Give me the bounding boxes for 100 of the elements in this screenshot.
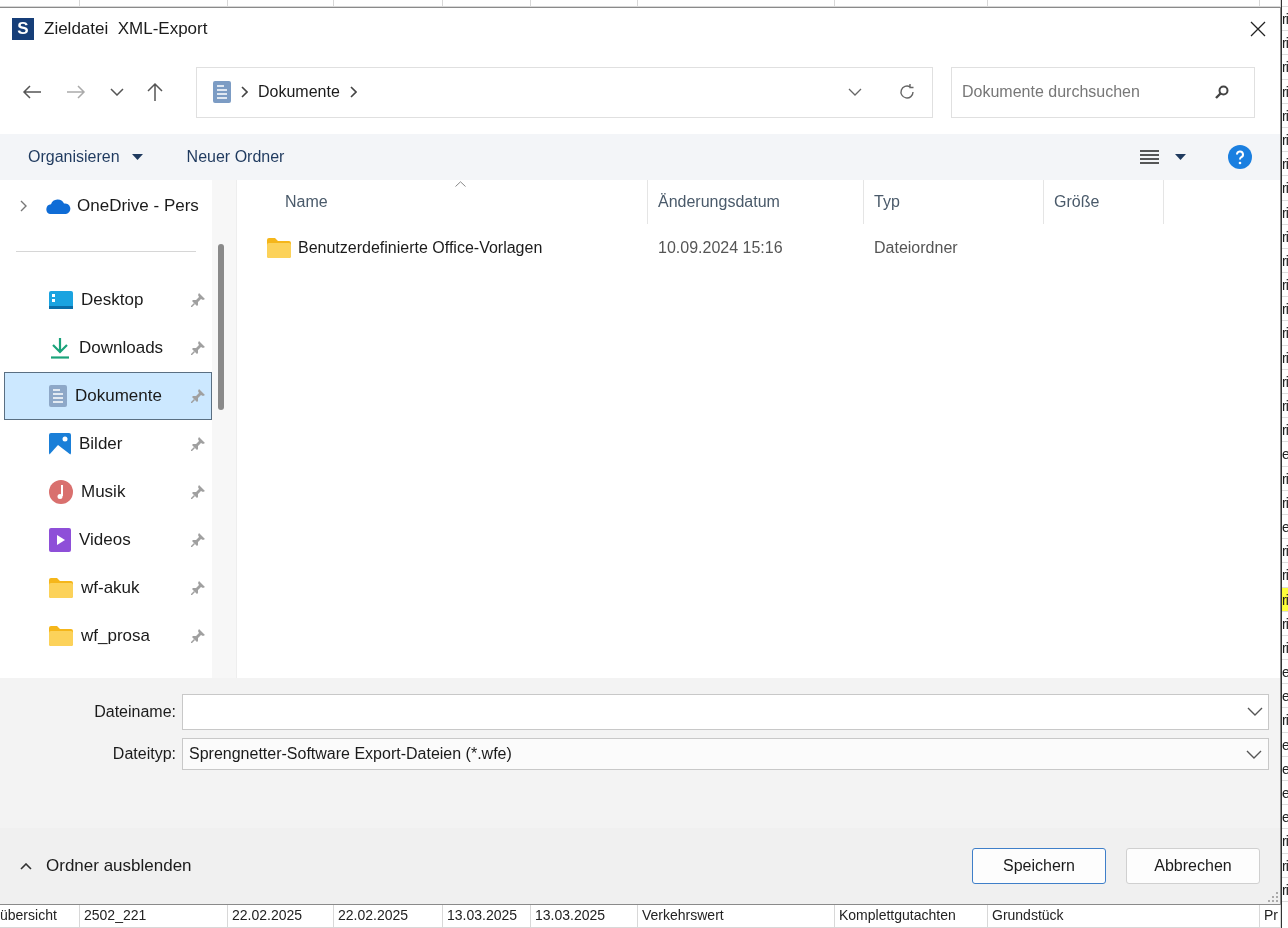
table-cell: ri (1282, 635, 1288, 661)
toolbar-button[interactable]: Neuer Ordner (174, 142, 297, 172)
table-cell: ri (1282, 829, 1288, 854)
search-icon[interactable] (1215, 84, 1229, 99)
table-cell: 2502_221 (84, 907, 147, 923)
app-logo-icon: S (12, 18, 34, 40)
table-cell: ri (1282, 273, 1288, 298)
caret-icon[interactable] (1175, 154, 1186, 160)
caret-icon (131, 154, 143, 160)
table-cell: Komplettgutachten (839, 907, 956, 923)
search-field[interactable]: Dokumente durchsuchen (951, 66, 1255, 118)
table-cell: e (1282, 684, 1288, 709)
file-name-field[interactable] (182, 694, 1269, 730)
table-cell: ri (1282, 103, 1288, 128)
table-cell: ri (1282, 152, 1288, 177)
sidebar-item[interactable]: OneDrive - Pers (4, 182, 212, 230)
table-cell: ri (1282, 176, 1288, 201)
sidebar-item[interactable]: Bilder (4, 420, 212, 468)
hide-folders-button[interactable]: Ordner ausblenden (20, 852, 192, 880)
chevron-down-icon[interactable] (848, 88, 862, 96)
sidebar-item[interactable]: Downloads (4, 324, 212, 372)
toolbar-button[interactable]: Organisieren (16, 142, 155, 172)
video-icon (49, 528, 71, 552)
sidebar-item[interactable]: Musik (4, 468, 212, 516)
table-cell: ri (1282, 127, 1288, 153)
sidebar-item[interactable]: Videos (4, 516, 212, 564)
file-type-dropdown[interactable]: Sprengnetter-Software Export-Dateien (*.wfe) (182, 738, 1269, 770)
chevron-down-icon[interactable] (1247, 707, 1263, 716)
sidebar-item[interactable]: wf_prosa (4, 612, 212, 660)
dialog-button[interactable]: Abbrechen (1126, 848, 1260, 884)
table-cell: ri (1282, 708, 1288, 733)
folder-icon (49, 578, 73, 598)
list-view-icon[interactable] (1140, 150, 1159, 164)
table-cell: ri (1282, 321, 1288, 346)
chevron-down-icon (1246, 749, 1262, 759)
pin-icon (191, 485, 205, 499)
table-cell: e (1282, 514, 1288, 540)
table-cell: ri (1282, 55, 1288, 80)
resize-grip-icon[interactable] (1268, 892, 1278, 902)
music-note-icon (49, 480, 73, 504)
sidebar-item[interactable]: Dokumente (4, 372, 212, 420)
table-cell: Grundstück (992, 907, 1064, 923)
document-icon (213, 81, 231, 103)
sort-caret-icon (455, 181, 466, 187)
file-type: Dateiordner (874, 239, 958, 257)
folder-icon (49, 626, 73, 646)
table-cell: Pr (1264, 907, 1278, 923)
table-cell: 13.03.2025 (535, 907, 606, 923)
table-cell: ri (1282, 418, 1288, 443)
back-icon[interactable] (22, 84, 42, 100)
table-cell: e (1282, 660, 1288, 685)
desktop-icon (49, 291, 73, 309)
table-cell: ri (1282, 297, 1288, 322)
table-cell: übersicht (0, 907, 57, 923)
pin-icon (191, 533, 205, 547)
breadcrumb-item[interactable]: Dokumente (258, 83, 340, 101)
cloud-icon (45, 198, 71, 214)
up-arrow-icon[interactable] (146, 82, 164, 102)
help-icon[interactable] (1228, 145, 1252, 169)
dialog-button[interactable]: Speichern (972, 848, 1106, 884)
table-cell: ri (1282, 224, 1288, 249)
address-bar[interactable]: Dokumente (196, 66, 933, 118)
table-cell: e (1282, 442, 1288, 467)
close-icon[interactable] (1250, 21, 1266, 37)
column-header[interactable]: Änderungsdatum (648, 180, 864, 224)
refresh-icon[interactable] (898, 83, 916, 101)
table-cell: ri (1282, 79, 1288, 104)
pin-icon (191, 341, 205, 355)
chevron-up-icon (20, 862, 32, 870)
table-cell: ri (1282, 490, 1288, 515)
pin-icon (191, 629, 205, 643)
scrollbar-thumb[interactable] (218, 244, 224, 410)
sidebar-item[interactable]: Desktop (4, 276, 212, 324)
chevron-right-icon[interactable] (19, 200, 27, 212)
table-cell: ri (1282, 31, 1288, 56)
file-name[interactable]: Benutzerdefinierte Office-Vorlagen (298, 239, 543, 257)
field-label: Dateiname: (93, 703, 177, 721)
pin-icon (191, 293, 205, 307)
table-cell: e (1282, 805, 1288, 830)
field-label: Dateityp: (111, 745, 177, 763)
window-title: Zieldatei XML-Export (44, 19, 209, 39)
table-cell: ri (1282, 853, 1288, 878)
picture-icon (49, 433, 71, 455)
table-cell: ri (1282, 200, 1288, 225)
table-cell: e (1282, 732, 1288, 757)
table-cell: 22.02.2025 (232, 907, 303, 923)
pin-icon (191, 437, 205, 451)
table-cell: ri (1282, 369, 1288, 394)
column-header[interactable]: Typ (864, 180, 1044, 224)
table-cell: ri (1282, 539, 1288, 564)
column-header[interactable]: Größe (1044, 180, 1164, 224)
table-cell: ri (1282, 587, 1288, 612)
modified-date: 10.09.2024 15:16 (658, 239, 783, 257)
table-cell: 13.03.2025 (447, 907, 518, 923)
table-cell: ri (1282, 877, 1288, 902)
column-header[interactable]: Name (237, 180, 648, 224)
table-cell: ri (1282, 563, 1288, 588)
chevron-right-icon[interactable] (349, 86, 357, 98)
sidebar-item[interactable]: wf-akuk (4, 564, 212, 612)
chevron-down-icon[interactable] (110, 88, 124, 96)
